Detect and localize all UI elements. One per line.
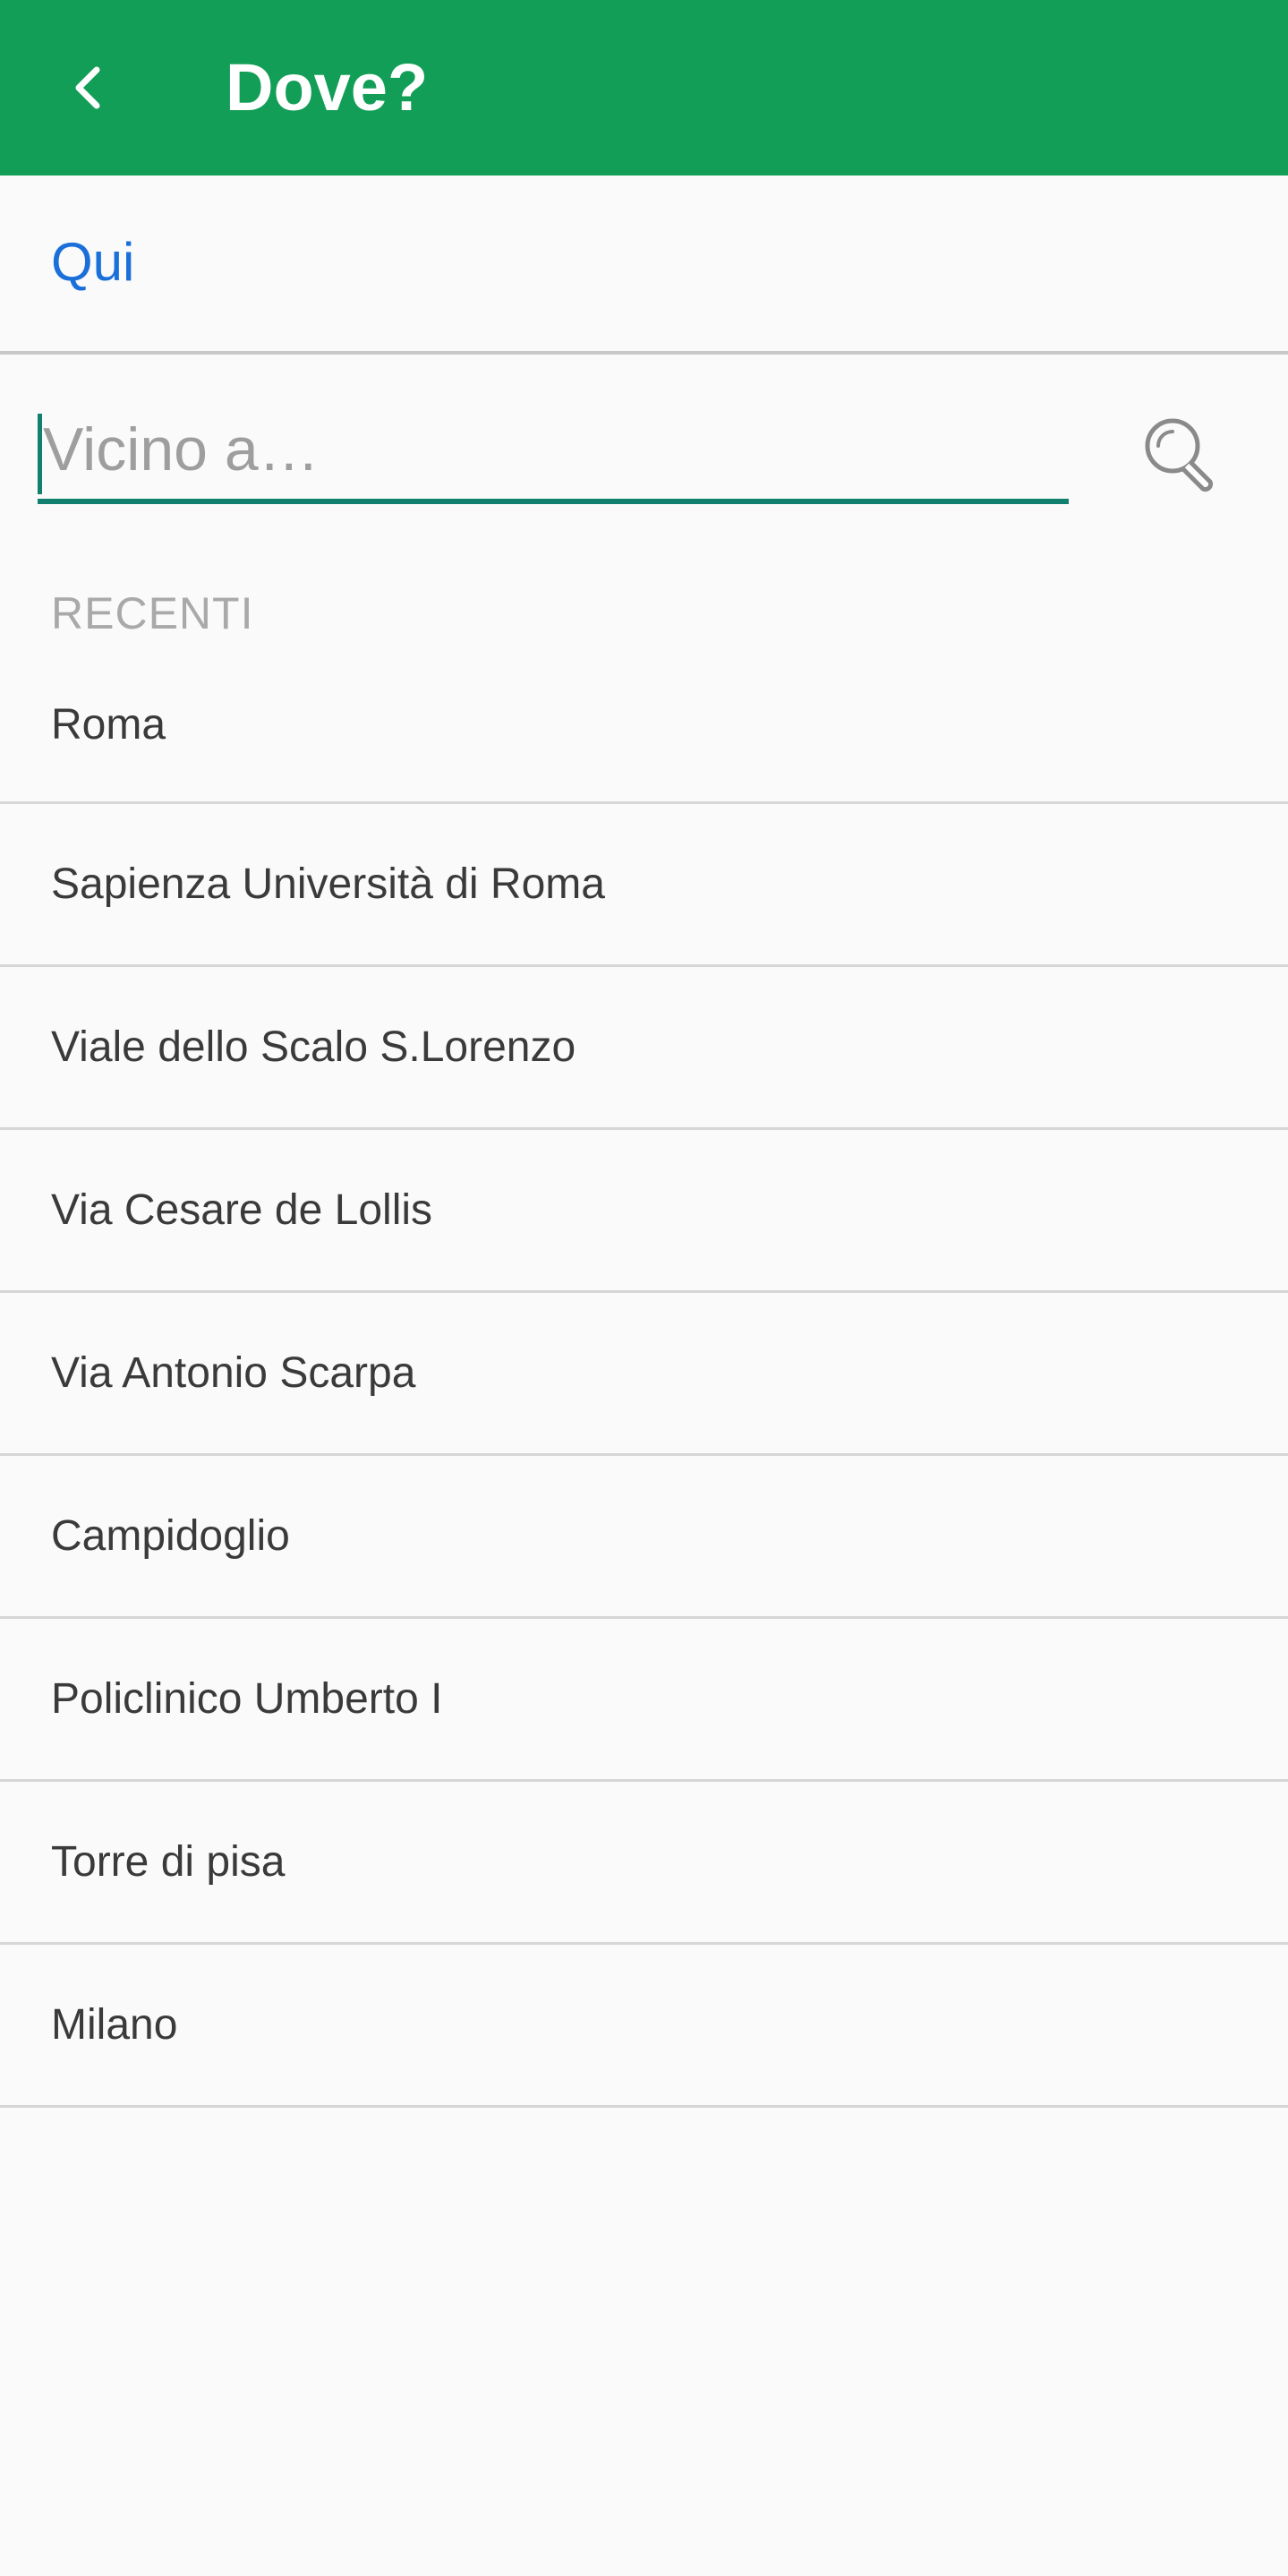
page-title: Dove? — [226, 50, 429, 124]
current-location-option[interactable]: Qui — [0, 175, 1288, 351]
recent-item[interactable]: Milano — [0, 1945, 1288, 2108]
magnifier-icon — [1145, 418, 1214, 492]
app-root: Dove? Qui RECENTI Roma Sapienza Universi… — [0, 0, 1288, 2576]
recent-item-label: Via Cesare de Lollis — [51, 1185, 433, 1234]
recent-item-label: Milano — [51, 2000, 178, 2049]
recent-item-label: Campidoglio — [51, 1511, 290, 1560]
recent-item[interactable]: Viale dello Scalo S.Lorenzo — [0, 967, 1288, 1130]
recent-item-label: Viale dello Scalo S.Lorenzo — [51, 1023, 576, 1071]
recent-item[interactable]: Sapienza Università di Roma — [0, 804, 1288, 967]
top-app-bar: Dove? — [0, 0, 1288, 175]
recent-item[interactable]: Via Antonio Scarpa — [0, 1293, 1288, 1456]
text-cursor — [38, 414, 42, 494]
recent-section-title: RECENTI — [51, 588, 254, 638]
back-button[interactable] — [52, 52, 124, 124]
recent-item-label: Policlinico Umberto I — [51, 1674, 443, 1723]
recent-item[interactable]: Roma — [0, 639, 1288, 804]
recent-item-label: Sapienza Università di Roma — [51, 860, 605, 908]
search-input[interactable] — [38, 401, 1069, 498]
search-field — [38, 401, 1069, 505]
recent-list: Roma Sapienza Università di Roma Viale d… — [0, 639, 1288, 2108]
search-button[interactable] — [1137, 410, 1226, 500]
search-underline — [38, 499, 1069, 504]
recent-item[interactable]: Policlinico Umberto I — [0, 1619, 1288, 1782]
chevron-left-icon — [75, 66, 100, 109]
divider — [0, 351, 1288, 355]
recent-item-label: Via Antonio Scarpa — [51, 1348, 416, 1397]
recent-item-label: Roma — [51, 701, 166, 749]
recent-item[interactable]: Via Cesare de Lollis — [0, 1130, 1288, 1293]
recent-item[interactable]: Campidoglio — [0, 1456, 1288, 1619]
recent-item[interactable]: Torre di pisa — [0, 1782, 1288, 1945]
current-location-label: Qui — [51, 232, 135, 292]
recent-item-label: Torre di pisa — [51, 1837, 286, 1886]
